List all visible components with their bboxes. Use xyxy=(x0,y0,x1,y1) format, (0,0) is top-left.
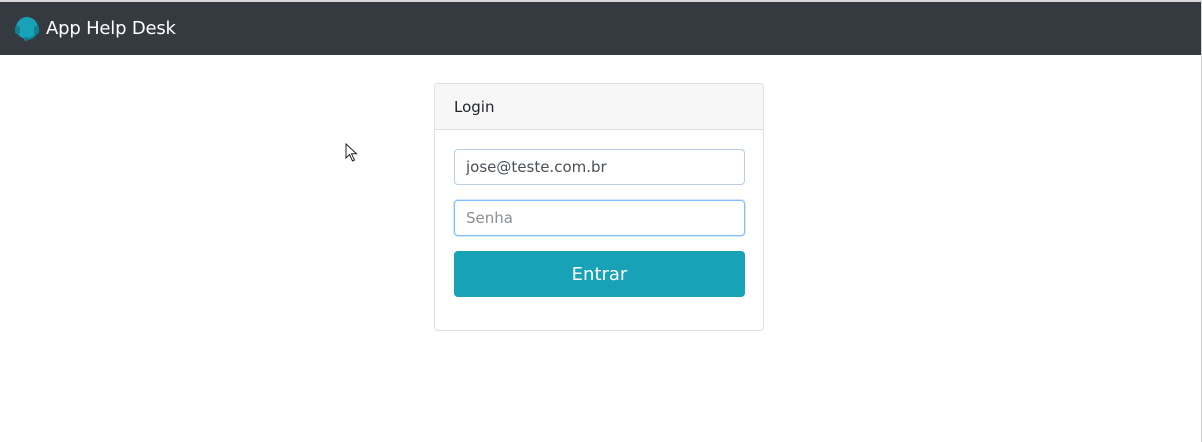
brand[interactable]: App Help Desk xyxy=(13,15,176,43)
email-field[interactable] xyxy=(454,149,745,185)
headset-icon xyxy=(15,16,39,41)
password-field[interactable] xyxy=(454,200,745,236)
login-card: Login Entrar xyxy=(434,83,764,331)
login-card-header: Login xyxy=(435,84,763,130)
brand-title: App Help Desk xyxy=(46,18,176,39)
mouse-pointer-icon xyxy=(345,143,358,162)
submit-button[interactable]: Entrar xyxy=(454,251,745,297)
top-navbar: App Help Desk xyxy=(0,2,1201,55)
